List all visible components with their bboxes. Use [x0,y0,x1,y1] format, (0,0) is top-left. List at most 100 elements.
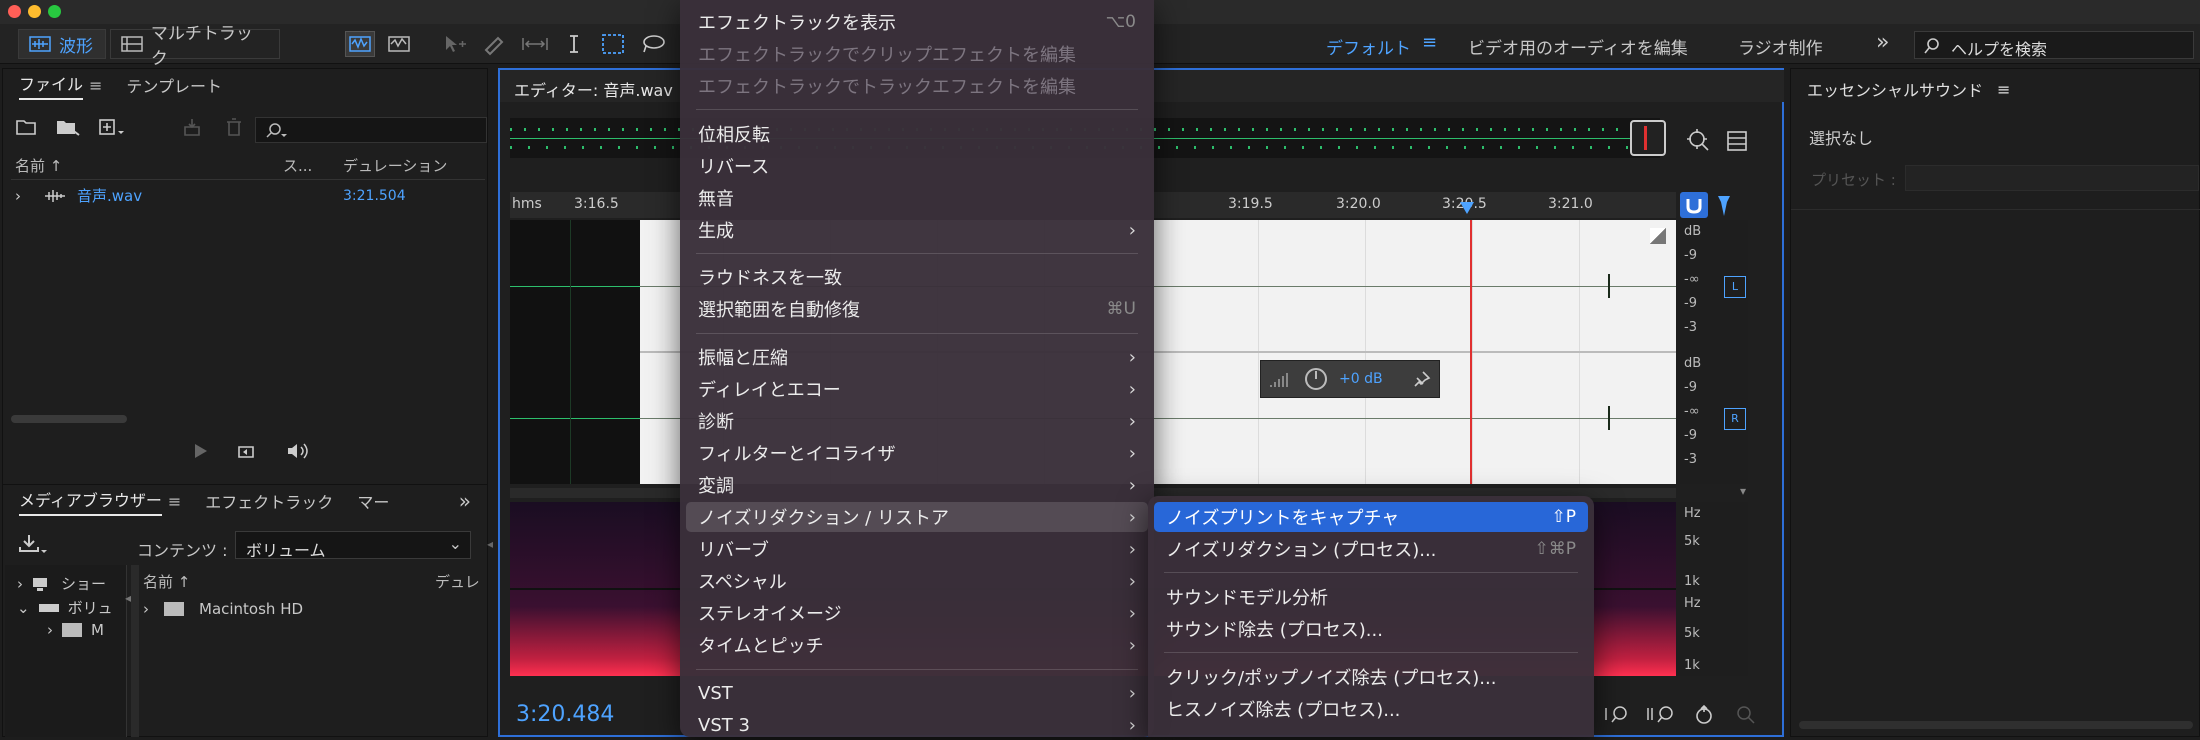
menu-item-special[interactable]: スペシャル › [680,566,1154,596]
menu-item-diagnostics[interactable]: 診断 › [680,406,1154,436]
zoom-in-amplitude-icon[interactable] [1604,704,1630,726]
collapse-spectral-icon[interactable]: ▾ [1740,484,1746,498]
waveform-view-button[interactable]: 波形 [18,29,106,59]
workspace-menu-icon[interactable]: ≡ [1422,32,1437,53]
marker-pin-icon[interactable] [1714,194,1734,218]
menu-item-time-pitch[interactable]: タイムとピッチ › [680,630,1154,660]
tab-media-browser[interactable]: メディアブラウザー [19,487,162,516]
menu-item-click-pop-eliminator[interactable]: クリック/ポップノイズ除去 (プロセス)... [1148,662,1594,692]
new-file-icon[interactable] [97,117,125,137]
tab-templates[interactable]: テンプレート [126,73,222,97]
menu-item-amplitude-compression[interactable]: 振幅と圧縮 › [680,342,1154,372]
menu-item-reverb[interactable]: リバーブ › [680,534,1154,564]
autoplay-speaker-icon[interactable] [285,441,313,461]
snap-toggle[interactable] [1680,192,1708,218]
column-status[interactable]: ス... [283,155,343,176]
menu-item-vst[interactable]: VST › [680,678,1154,708]
preset-select[interactable] [1905,165,2199,191]
menu-item-match-loudness[interactable]: ラウドネスを一致 [680,262,1154,292]
panel-layout-icon[interactable] [1726,130,1748,152]
loop-icon[interactable] [235,441,259,461]
column-name[interactable]: 名前 ↑ [143,571,435,592]
collapse-tree-icon[interactable]: ◂ [487,537,493,551]
marquee-selection-tool-icon[interactable] [600,32,626,56]
menu-item-auto-heal[interactable]: 選択範囲を自動修復 ⌘U [680,294,1154,324]
files-panel-menu-icon[interactable]: ≡ [89,76,102,95]
insert-into-multitrack-icon[interactable] [181,117,207,137]
tab-markers[interactable]: マー [357,489,389,513]
open-folder-icon[interactable] [15,117,39,137]
tree-item-show[interactable]: › ショー [17,573,106,594]
essential-sound-scrollbar[interactable] [1799,721,2193,729]
workspace-radio[interactable]: ラジオ制作 [1738,34,1823,59]
move-tool-icon[interactable] [440,32,468,56]
tree-item-volumes[interactable]: ⌄ ボリュ [17,597,113,618]
drive-row[interactable]: › Macintosh HD [143,599,303,619]
file-search-input[interactable] [255,117,487,143]
tab-effects-rack[interactable]: エフェクトラック [205,489,333,513]
menu-item-modulation[interactable]: 変調 › [680,470,1154,500]
time-selection-tool-icon[interactable] [562,32,586,56]
resize-corner-icon[interactable] [1650,228,1666,244]
editor-tab-title[interactable]: エディター: 音声.wav [514,77,673,101]
column-duration[interactable]: デュレ [435,571,480,592]
workspace-video-audio[interactable]: ビデオ用のオーディオを編集 [1468,34,1688,59]
files-horizontal-scrollbar[interactable] [11,415,127,423]
lasso-selection-tool-icon[interactable] [640,32,666,56]
razor-tool-icon[interactable] [480,32,508,56]
download-icon[interactable] [17,533,47,555]
zoom-out-full-icon[interactable] [1734,704,1760,726]
play-icon[interactable] [193,442,209,460]
volume-hud[interactable]: +0 dB [1260,360,1440,398]
zoom-out-amplitude-icon[interactable] [1646,704,1676,726]
playhead-handle[interactable] [1460,202,1474,214]
menu-item-silence[interactable]: 無音 [680,183,1154,213]
menu-item-noise-reduction-restore[interactable]: ノイズリダクション / リストア › [686,502,1148,532]
tree-splitter[interactable] [131,565,139,737]
channel-right-toggle[interactable]: R [1724,408,1746,430]
menu-item-delay-echo[interactable]: ディレイとエコー › [680,374,1154,404]
column-duration[interactable]: デュレーション [343,155,447,176]
column-name[interactable]: 名前 ↑ [15,155,283,176]
menu-item-noise-reduction-process[interactable]: ノイズリダクション (プロセス)... ⇧⌘P [1148,534,1594,564]
channel-left-toggle[interactable]: L [1724,276,1746,298]
media-panel-menu-icon[interactable]: ≡ [168,492,181,511]
menu-item-stereo-imagery[interactable]: ステレオイメージ › [680,598,1154,628]
import-file-icon[interactable] [55,117,81,137]
content-select[interactable]: ボリューム ⌄ [235,531,471,560]
close-window-button[interactable] [8,5,21,18]
more-workspaces-icon[interactable]: » [1876,30,1889,55]
delete-icon[interactable] [223,117,245,137]
zoom-window-button[interactable] [48,5,61,18]
current-time-display[interactable]: 3:20.484 [516,702,614,727]
tree-item-macintosh[interactable]: › M [47,621,104,639]
tab-files[interactable]: ファイル [19,71,84,100]
help-search-box[interactable]: ヘルプを検索 [1914,31,2194,59]
menu-item-hiss-reduction[interactable]: ヒスノイズ除去 (プロセス)... [1148,694,1594,724]
zoom-reset-icon[interactable] [1692,704,1718,726]
expand-chevron-icon[interactable]: › [15,187,43,205]
workspace-default[interactable]: デフォルト [1326,34,1411,59]
menu-item-reverse[interactable]: リバース [680,151,1154,181]
volume-knob-icon[interactable] [1303,366,1329,392]
overview-visible-range[interactable] [1630,120,1666,156]
menu-item-invert[interactable]: 位相反転 [680,119,1154,149]
zoom-to-selection-icon[interactable] [1686,128,1712,154]
menu-item-capture-noise-print[interactable]: ノイズプリントをキャプチャ ⇧P [1154,502,1588,532]
menu-item-learn-sound-model[interactable]: サウンドモデル分析 [1148,582,1594,612]
more-tabs-icon[interactable]: » [459,489,471,513]
menu-item-vst3[interactable]: VST 3 › [680,710,1154,740]
essential-sound-title[interactable]: エッセンシャルサウンド [1807,77,1983,101]
multitrack-view-button[interactable]: マルチトラック [110,24,280,69]
slip-tool-icon[interactable] [520,32,550,56]
waveform-left-section[interactable] [510,220,640,484]
minimize-window-button[interactable] [28,5,41,18]
spectral-display-toggle[interactable] [385,32,413,56]
menu-item-generate[interactable]: 生成 › [680,215,1154,245]
menu-item-sound-remover[interactable]: サウンド除去 (プロセス)... [1148,614,1594,644]
essential-sound-menu-icon[interactable]: ≡ [1997,80,2010,99]
pin-hud-icon[interactable] [1413,370,1431,388]
file-row[interactable]: › 音声.wav 3:21.504 [15,185,485,206]
menu-item-filter-eq[interactable]: フィルターとイコライザ › [680,438,1154,468]
spectral-waveform-toggle[interactable] [345,31,375,57]
